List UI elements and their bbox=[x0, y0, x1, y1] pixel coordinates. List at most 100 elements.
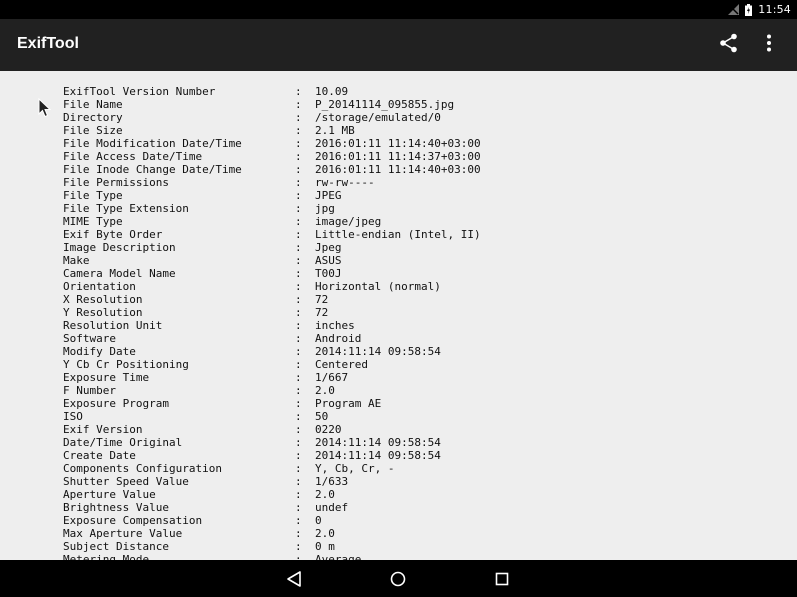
exif-tag-value: 2016:01:11 11:14:40+03:00 bbox=[315, 163, 481, 176]
exif-tag-value: Average bbox=[315, 553, 362, 560]
exif-tag-label: Subject Distance bbox=[63, 540, 169, 553]
exif-tag-value: 1/667 bbox=[315, 371, 349, 384]
recents-icon[interactable] bbox=[493, 570, 511, 588]
exif-separator: : bbox=[295, 98, 302, 111]
exif-separator: : bbox=[295, 163, 302, 176]
exif-tag-label: Y Resolution bbox=[63, 306, 143, 319]
exif-separator: : bbox=[295, 137, 302, 150]
back-icon[interactable] bbox=[285, 570, 303, 588]
exif-tag-value: 2.0 bbox=[315, 527, 335, 540]
exif-separator: : bbox=[295, 124, 302, 137]
exif-tag-value: rw-rw---- bbox=[315, 176, 375, 189]
exif-tag-label: Shutter Speed Value bbox=[63, 475, 189, 488]
exif-separator: : bbox=[295, 488, 302, 501]
exif-separator: : bbox=[295, 215, 302, 228]
exif-separator: : bbox=[295, 410, 302, 423]
exif-tag-label: Exposure Compensation bbox=[63, 514, 203, 527]
exif-tag-value: 2.0 bbox=[315, 488, 335, 501]
exif-separator: : bbox=[295, 514, 302, 527]
exif-separator: : bbox=[295, 462, 302, 475]
exif-tag-label: Exposure Time bbox=[63, 371, 150, 384]
exif-tag-label: Exposure Program bbox=[63, 397, 169, 410]
exif-tag-label: Brightness Value bbox=[63, 501, 169, 514]
exif-tag-value: 2016:01:11 11:14:40+03:00 bbox=[315, 137, 481, 150]
exif-separator: : bbox=[295, 176, 302, 189]
exif-separator: : bbox=[295, 345, 302, 358]
exif-separator: : bbox=[295, 527, 302, 540]
exif-tag-label: Create Date bbox=[63, 449, 136, 462]
exif-tag-value: 72 bbox=[315, 306, 329, 319]
exif-tag-value: 10.09 bbox=[315, 85, 349, 98]
exif-tag-label: Modify Date bbox=[63, 345, 136, 358]
exif-separator: : bbox=[295, 254, 302, 267]
exif-separator: : bbox=[295, 189, 302, 202]
exif-tag-label: File Type bbox=[63, 189, 123, 202]
exif-tag-value: Y, Cb, Cr, - bbox=[315, 462, 395, 475]
exif-output[interactable]: ExifTool Version Number:10.09 File Name: P… bbox=[0, 71, 797, 560]
exif-separator: : bbox=[295, 280, 302, 293]
exif-tag-label: Directory bbox=[63, 111, 123, 124]
exif-separator: : bbox=[295, 423, 302, 436]
exif-tag-value: 1/633 bbox=[315, 475, 349, 488]
mouse-cursor-icon bbox=[38, 98, 52, 118]
exif-tag-label: Image Description bbox=[63, 241, 176, 254]
exif-separator: : bbox=[295, 501, 302, 514]
exif-tag-label: Resolution Unit bbox=[63, 319, 163, 332]
exif-tag-value: 50 bbox=[315, 410, 329, 423]
exif-tag-label: File Permissions bbox=[63, 176, 169, 189]
exif-tag-value: 2014:11:14 09:58:54 bbox=[315, 436, 441, 449]
exif-tag-label: Make bbox=[63, 254, 90, 267]
exif-separator: : bbox=[295, 553, 302, 560]
exif-tag-label: ExifTool Version Number bbox=[63, 85, 216, 98]
app-bar: ExifTool bbox=[0, 19, 797, 71]
home-icon[interactable] bbox=[389, 570, 407, 588]
exif-tag-value: Android bbox=[315, 332, 362, 345]
exif-separator: : bbox=[295, 436, 302, 449]
exif-tag-value: 2016:01:11 11:14:37+03:00 bbox=[315, 150, 481, 163]
exif-separator: : bbox=[295, 475, 302, 488]
status-bar: 11:54 bbox=[0, 0, 797, 19]
clock: 11:54 bbox=[758, 3, 791, 16]
exif-separator: : bbox=[295, 540, 302, 553]
app-title: ExifTool bbox=[17, 35, 79, 52]
exif-separator: : bbox=[295, 371, 302, 384]
exif-tag-value: 0 m bbox=[315, 540, 335, 553]
exif-tag-label: Y Cb Cr Positioning bbox=[63, 358, 189, 371]
exif-tag-value: /storage/emulated/0 bbox=[315, 111, 441, 124]
exif-tag-label: MIME Type bbox=[63, 215, 123, 228]
share-icon[interactable] bbox=[718, 32, 740, 54]
exif-tag-value: 72 bbox=[315, 293, 329, 306]
exif-tag-label: Software bbox=[63, 332, 116, 345]
navigation-bar bbox=[0, 560, 797, 597]
exif-separator: : bbox=[295, 332, 302, 345]
exif-tag-label: Exif Byte Order bbox=[63, 228, 163, 241]
exif-tag-value: Horizontal (normal) bbox=[315, 280, 441, 293]
exif-tag-value: T00J bbox=[315, 267, 342, 280]
exif-tag-value: JPEG bbox=[315, 189, 342, 202]
exif-tag-label: X Resolution bbox=[63, 293, 143, 306]
exif-tag-value: P_20141114_095855.jpg bbox=[315, 98, 455, 111]
exif-separator: : bbox=[295, 111, 302, 124]
exif-separator: : bbox=[295, 319, 302, 332]
exif-tag-value: 2014:11:14 09:58:54 bbox=[315, 345, 441, 358]
exif-tag-value: Jpeg bbox=[315, 241, 342, 254]
exif-tag-label: File Access Date/Time bbox=[63, 150, 203, 163]
exif-separator: : bbox=[295, 202, 302, 215]
more-options-icon[interactable] bbox=[758, 32, 780, 54]
exif-separator: : bbox=[295, 397, 302, 410]
exif-tag-value: 0 bbox=[315, 514, 322, 527]
status-icons: 11:54 bbox=[728, 2, 791, 17]
exif-separator: : bbox=[295, 306, 302, 319]
exif-tag-label: Exif Version bbox=[63, 423, 143, 436]
exif-tag-value: Little-endian (Intel, II) bbox=[315, 228, 481, 241]
exif-separator: : bbox=[295, 267, 302, 280]
exif-tag-value: image/jpeg bbox=[315, 215, 382, 228]
exif-tag-label: Orientation bbox=[63, 280, 136, 293]
exif-separator: : bbox=[295, 384, 302, 397]
exif-tag-label: ISO bbox=[63, 410, 83, 423]
exif-tag-label: File Type Extension bbox=[63, 202, 189, 215]
exif-tag-value: undef bbox=[315, 501, 349, 514]
exif-tag-label: Aperture Value bbox=[63, 488, 156, 501]
exif-separator: : bbox=[295, 228, 302, 241]
exif-tag-value: Program AE bbox=[315, 397, 382, 410]
